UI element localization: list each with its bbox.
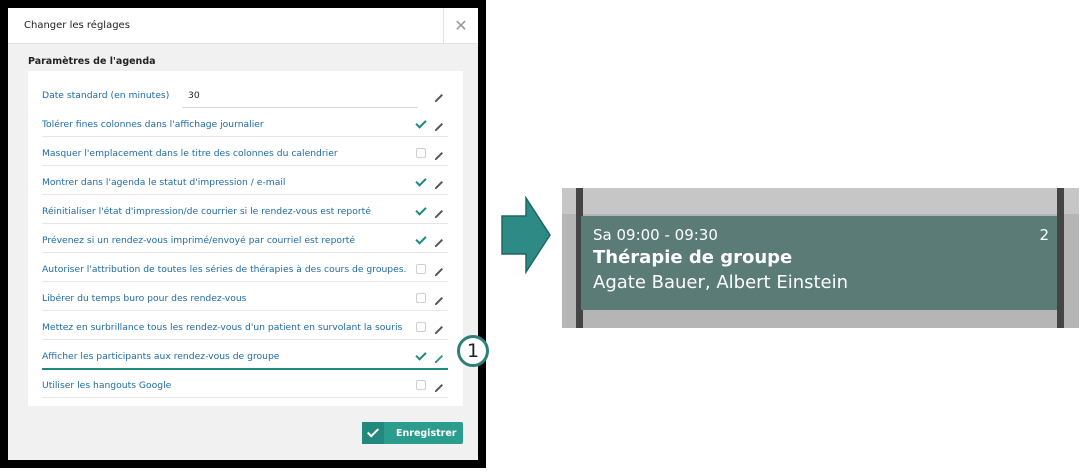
- setting-checkbox[interactable]: [416, 322, 426, 332]
- dialog-frame: Changer les réglages ✕ Paramètres de l'a…: [0, 0, 486, 468]
- edit-pencil-icon[interactable]: [433, 234, 445, 247]
- edit-pencil-icon[interactable]: [433, 205, 445, 218]
- setting-checkbox[interactable]: [416, 206, 426, 216]
- settings-row[interactable]: Date standard (en minutes) 30: [42, 83, 448, 108]
- event-participants: Agate Bauer, Albert Einstein: [593, 272, 849, 293]
- settings-row-label: Libérer du temps buro pour des rendez-vo…: [42, 293, 247, 304]
- settings-row[interactable]: Tolérer fines colonnes dans l'affichage …: [42, 112, 448, 137]
- settings-row-label: Afficher les participants aux rendez-vou…: [42, 351, 280, 362]
- setting-checkbox[interactable]: [416, 119, 426, 129]
- edit-pencil-icon[interactable]: [433, 292, 445, 305]
- calendar-event[interactable]: Sa 09:00 - 09:30 2 Thérapie de groupe Ag…: [581, 216, 1057, 310]
- settings-row[interactable]: Afficher les participants aux rendez-vou…: [42, 344, 448, 370]
- section-title: Paramètres de l'agenda: [28, 56, 156, 67]
- event-time: Sa 09:00 - 09:30: [593, 226, 718, 244]
- edit-pencil-icon[interactable]: [433, 176, 445, 189]
- settings-dialog: Changer les réglages ✕ Paramètres de l'a…: [8, 8, 478, 460]
- checkmark-icon: [362, 422, 384, 444]
- settings-row-label: Tolérer fines colonnes dans l'affichage …: [42, 119, 264, 130]
- settings-row-label: Réinitialiser l'état d'impression/de cou…: [42, 206, 371, 217]
- setting-checkbox[interactable]: [416, 380, 426, 390]
- right-arrow-icon: [501, 196, 551, 274]
- callout-badge: 1: [457, 335, 489, 367]
- event-title: Thérapie de groupe: [593, 247, 793, 268]
- settings-row[interactable]: Montrer dans l'agenda le statut d'impres…: [42, 170, 448, 195]
- settings-row-label: Autoriser l'attribution de toutes les sé…: [42, 264, 407, 275]
- edit-pencil-icon[interactable]: [433, 321, 445, 334]
- settings-row-label: Date standard (en minutes): [42, 90, 170, 101]
- input-underline: [182, 107, 418, 108]
- settings-row[interactable]: Libérer du temps buro pour des rendez-vo…: [42, 286, 448, 311]
- edit-pencil-icon[interactable]: [433, 263, 445, 276]
- event-participant-count: 2: [1039, 226, 1049, 244]
- settings-panel: Date standard (en minutes) 30 Tolérer fine…: [28, 71, 463, 406]
- dialog-header: Changer les réglages ✕: [8, 8, 478, 44]
- settings-row[interactable]: Réinitialiser l'état d'impression/de cou…: [42, 199, 448, 224]
- settings-row[interactable]: Prévenez si un rendez-vous imprimé/envoy…: [42, 228, 448, 253]
- save-button[interactable]: Enregistrer: [362, 422, 463, 444]
- setting-checkbox[interactable]: [416, 148, 426, 158]
- setting-checkbox[interactable]: [416, 177, 426, 187]
- settings-row[interactable]: Autoriser l'attribution de toutes les sé…: [42, 257, 448, 282]
- calendar-column-divider: [1057, 188, 1064, 328]
- settings-row[interactable]: Utiliser les hangouts Google: [42, 373, 448, 398]
- settings-row[interactable]: Mettez en surbrillance tous les rendez-v…: [42, 315, 448, 340]
- settings-row-label: Prévenez si un rendez-vous imprimé/envoy…: [42, 235, 356, 246]
- settings-row-label: Masquer l'emplacement dans le titre des …: [42, 148, 338, 159]
- setting-checkbox[interactable]: [416, 264, 426, 274]
- duration-input[interactable]: 30: [188, 90, 200, 101]
- settings-row-label: Utiliser les hangouts Google: [42, 380, 172, 391]
- edit-pencil-icon[interactable]: [433, 350, 445, 363]
- edit-pencil-icon[interactable]: [433, 118, 445, 131]
- calendar-header-band: [562, 188, 1079, 214]
- save-button-label: Enregistrer: [396, 428, 457, 439]
- settings-row[interactable]: Masquer l'emplacement dans le titre des …: [42, 141, 448, 166]
- close-icon[interactable]: ✕: [443, 8, 478, 43]
- edit-pencil-icon[interactable]: [433, 147, 445, 160]
- setting-checkbox[interactable]: [416, 293, 426, 303]
- edit-pencil-icon[interactable]: [433, 379, 445, 392]
- settings-row-label: Mettez en surbrillance tous les rendez-v…: [42, 322, 403, 333]
- dialog-title: Changer les réglages: [24, 20, 130, 31]
- setting-checkbox[interactable]: [416, 235, 426, 245]
- calendar-preview: Sa 09:00 - 09:30 2 Thérapie de groupe Ag…: [562, 188, 1079, 328]
- settings-row-label: Montrer dans l'agenda le statut d'impres…: [42, 177, 286, 188]
- edit-pencil-icon[interactable]: [433, 89, 445, 102]
- setting-checkbox[interactable]: [416, 351, 426, 361]
